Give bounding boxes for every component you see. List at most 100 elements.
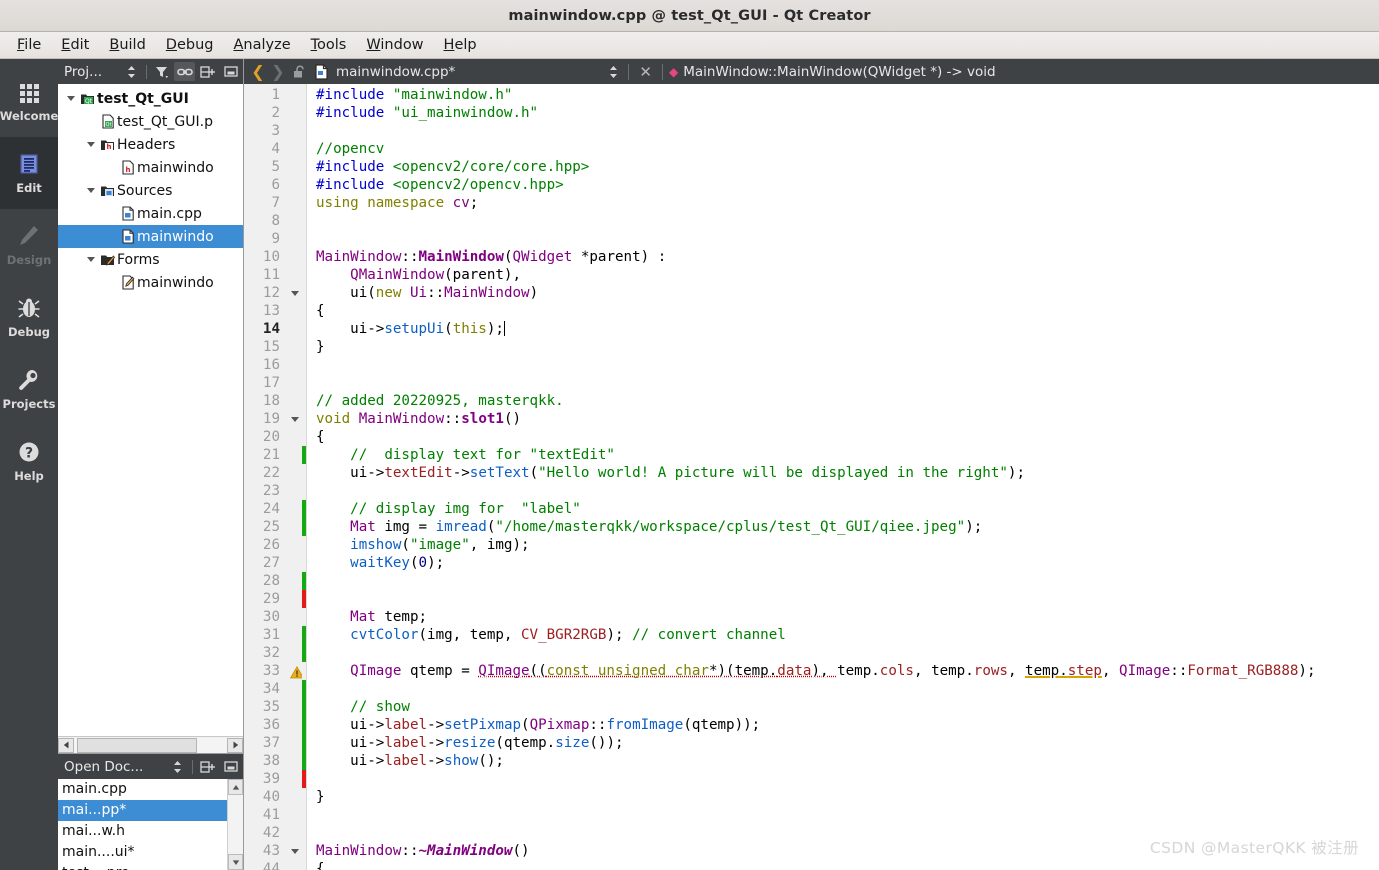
menu-item-edit[interactable]: Edit [51,35,99,55]
menu-item-file[interactable]: File [7,35,51,55]
scroll-right-icon[interactable] [227,737,243,753]
menu-item-build[interactable]: Build [99,35,155,55]
updown-arrows-icon[interactable] [121,62,142,81]
editor-symbol-selector[interactable]: MainWindow::MainWindow(QWidget *) -> voi… [683,64,995,80]
minimize-icon[interactable] [220,62,241,81]
qt-project-icon: Qt [78,92,97,106]
open-documents-scrollbar[interactable] [227,779,243,870]
tree-item-test-qt-gui[interactable]: Qt test_Qt_GUI [58,87,243,110]
code-line: //opencv [316,141,385,157]
h-file-icon: h [118,160,137,175]
open-document-item[interactable]: mai...w.h [58,821,243,842]
tree-item-mainwindo[interactable]: mainwindo [58,225,243,248]
code-line: // display text for "textEdit" [316,447,615,463]
change-marker-added [302,644,306,662]
line-number: 16 [262,357,280,373]
open-documents-title: Open Doc... [64,758,144,775]
line-number: 28 [262,573,280,589]
line-number-gutter: 1 2 3 4 5 6 7 8 9 10 11 12 13 14 15 16 17 18 19 20 21 22 23 24 2… [244,84,288,870]
mode-selector-bar: Welcome Edit Design Debug Projects? Help [0,59,58,870]
code-line: waitKey(0); [350,555,445,571]
code-line: { [316,861,325,870]
editor-filename[interactable]: mainwindow.cpp* [336,64,455,80]
code-text-area[interactable]: #include "mainwindow.h" #include "ui_main… [307,84,1379,870]
scroll-up-icon[interactable] [228,779,243,795]
line-number: 14 [262,321,280,337]
tree-item-test-qt-gui-p[interactable]: Qt test_Qt_GUI.p [58,110,243,133]
fold-toggle-icon[interactable] [291,417,299,422]
chevron-down-icon[interactable] [84,179,98,202]
updown-arrows-icon[interactable] [167,757,188,776]
code-line: } [316,339,325,355]
svg-text:h: h [107,143,112,151]
toolbar-divider [662,63,663,80]
editor-toolbar: ❮ ❯ mainwindow.cpp* ✕ ◆ MainWindow::Main… [244,59,1379,84]
mode-edit[interactable]: Edit [0,137,58,209]
hscroll-track[interactable] [74,737,227,753]
open-documents-header: Open Doc... [58,754,243,779]
project-tree[interactable]: Qt test_Qt_GUI Qt test_Qt_GUI.p h Headers h mai… [58,84,243,736]
tree-item-label: test_Qt_GUI [97,90,189,107]
menu-item-debug[interactable]: Debug [156,35,224,55]
menu-item-window[interactable]: Window [356,35,433,55]
tree-item-mainwindo[interactable]: h mainwindo [58,156,243,179]
fold-column[interactable] [288,84,305,870]
code-line: #include "mainwindow.h" [316,87,513,103]
chevron-left-icon[interactable]: ❮ [248,62,268,81]
line-number: 10 [262,249,280,265]
tree-item-headers[interactable]: h Headers [58,133,243,156]
updown-arrows-icon[interactable] [605,65,622,79]
project-tree-hscrollbar[interactable] [58,736,243,753]
line-number: 29 [262,591,280,607]
open-document-item[interactable]: main.cpp [58,779,243,800]
line-number: 17 [262,375,280,391]
split-add-icon[interactable] [197,62,218,81]
line-number: 20 [262,429,280,445]
fold-toggle-icon[interactable] [291,849,299,854]
tree-item-sources[interactable]: Sources [58,179,243,202]
code-pane[interactable]: 1 2 3 4 5 6 7 8 9 10 11 12 13 14 15 16 17 18 19 20 21 22 23 24 2… [244,84,1379,870]
hscroll-thumb[interactable] [77,737,197,753]
chevron-down-icon[interactable] [64,87,78,110]
tree-item-forms[interactable]: Forms [58,248,243,271]
tree-item-mainwindo[interactable]: mainwindo [58,271,243,294]
chevron-down-icon[interactable] [84,248,98,271]
menu-item-help[interactable]: Help [434,35,487,55]
tree-item-label: Sources [117,182,173,199]
change-marker-added [302,626,306,644]
open-document-item[interactable]: main....ui* [58,842,243,863]
mode-debug[interactable]: Debug [0,281,58,353]
line-number: 8 [271,213,280,229]
split-add-icon[interactable] [197,757,218,776]
link-icon[interactable] [174,62,195,81]
code-line: Mat temp; [350,609,428,625]
chevron-down-icon[interactable] [84,133,98,156]
code-line: QImage qtemp = QImage((const unsigned ch… [350,663,1316,679]
toolbar-divider [146,64,147,79]
mode-help[interactable]: ? Help [0,425,58,497]
open-documents-list[interactable]: main.cppmai...pp*mai...w.hmain....ui*tes… [58,779,243,870]
line-number: 23 [262,483,280,499]
main-body: Welcome Edit Design Debug Projects? Help Proj… [0,59,1379,870]
mode-welcome[interactable]: Welcome [0,65,58,137]
close-icon[interactable]: ✕ [635,63,656,81]
mode-label: Welcome [0,109,59,123]
open-document-item[interactable]: test....pro [58,863,243,870]
minimize-icon[interactable] [220,757,241,776]
line-number: 4 [271,141,280,157]
cpp-file-icon [310,63,332,80]
chevron-right-icon[interactable]: ❯ [268,62,288,81]
menu-item-tools[interactable]: Tools [301,35,357,55]
filter-icon[interactable] [151,62,172,81]
change-marker-added [302,752,306,770]
mode-projects[interactable]: Projects [0,353,58,425]
scroll-down-icon[interactable] [228,854,243,870]
scroll-left-icon[interactable] [58,737,74,753]
menu-item-analyze[interactable]: Analyze [223,35,300,55]
unlocked-icon[interactable] [288,65,310,79]
tree-item-main-cpp[interactable]: main.cpp [58,202,243,225]
line-number: 43 [262,843,280,859]
fold-toggle-icon[interactable] [291,291,299,296]
open-document-item[interactable]: mai...pp* [58,800,243,821]
